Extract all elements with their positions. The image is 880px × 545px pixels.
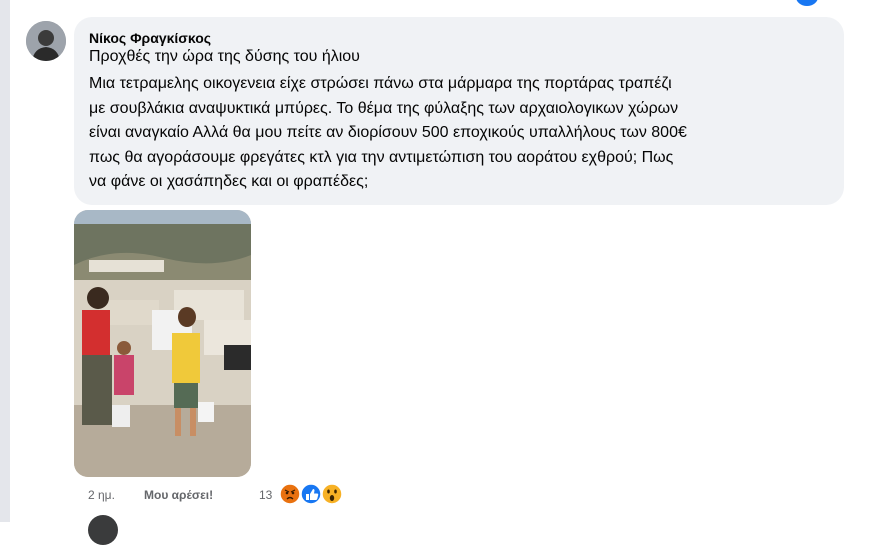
author-avatar[interactable] — [26, 21, 66, 61]
like-button[interactable]: Μου αρέσει! — [144, 488, 213, 502]
wow-reaction-icon — [321, 483, 343, 505]
comment-first-line: Προχθές την ώρα της δύσης του ήλιου — [89, 48, 360, 65]
comment-body-line: είναι αναγκαίο Αλλά θα μου πείτε αν διορ… — [89, 124, 687, 141]
comment-bubble: Νίκος Φραγκίσκος Προχθές την ώρα της δύσ… — [74, 17, 844, 205]
angry-reaction-icon — [279, 483, 301, 505]
comment-body: Μια τετραμελης οικογενεια είχε στρώσει π… — [89, 72, 833, 195]
comment-body-line: να φάνε οι χασάπηδες και οι φραπέδες; — [89, 173, 369, 190]
comment-body-line: Μια τετραμελης οικογενεια είχε στρώσει π… — [89, 75, 672, 92]
avatar-image — [26, 21, 66, 61]
comment-body-line: με σουβλάκια αναψυκτικά μπύρες. Το θέμα … — [89, 99, 679, 117]
comment-photo[interactable] — [74, 210, 251, 477]
comment-author[interactable]: Νίκος Φραγκίσκος — [89, 30, 211, 46]
photo-image — [74, 210, 251, 477]
left-gutter — [0, 0, 10, 522]
like-reaction-icon — [300, 483, 322, 505]
comment-time[interactable]: 2 ημ. — [88, 488, 115, 502]
comment-body-line: πως θα αγοράσουμε φρεγάτες κτλ για την α… — [89, 148, 674, 166]
reactions-summary[interactable] — [279, 483, 345, 505]
next-comment-avatar[interactable] — [88, 515, 118, 545]
previous-comment-reaction-icon[interactable] — [796, 0, 818, 6]
reaction-count[interactable]: 13 — [259, 488, 272, 502]
